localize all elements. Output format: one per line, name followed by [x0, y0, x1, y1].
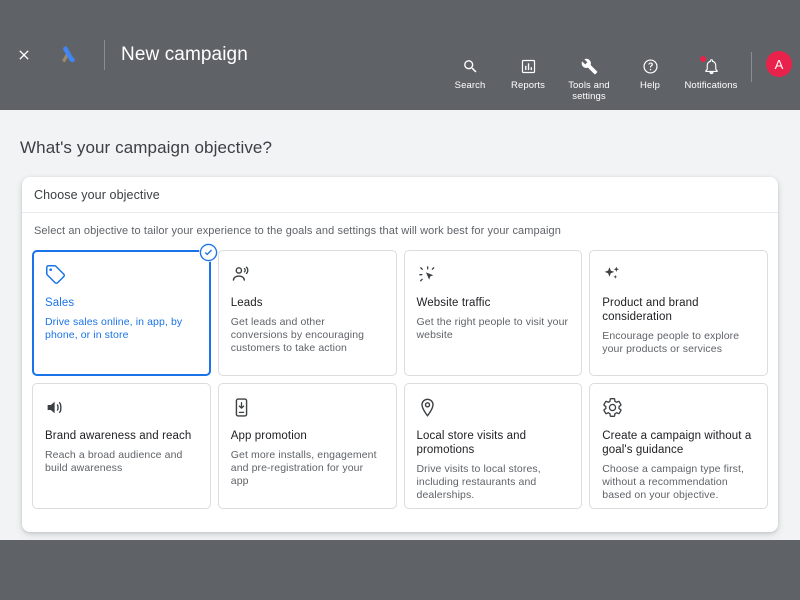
- avatar-divider: [751, 52, 752, 82]
- objective-card-no-goal-guidance[interactable]: Create a campaign without a goal's guida…: [589, 383, 768, 509]
- objective-description: Reach a broad audience and build awarene…: [45, 449, 183, 474]
- location-pin-icon: [417, 397, 570, 421]
- reports-label: Reports: [511, 80, 545, 91]
- panel-body: Select an objective to tailor your exper…: [22, 213, 778, 509]
- objective-title: Leads: [230, 297, 263, 309]
- cursor-click-icon: [417, 264, 570, 288]
- objective-card-local-store-visits-and-promotions[interactable]: Local store visits and promotions Drive …: [403, 383, 583, 509]
- app-bar: New campaign Search Reports Tools and se…: [0, 0, 800, 110]
- search-icon: [462, 55, 479, 77]
- panel-subtitle: Select an objective to tailor your exper…: [34, 225, 561, 237]
- page-content: What's your campaign objective? Choose y…: [0, 110, 800, 540]
- gear-settings-icon: [602, 397, 755, 421]
- app-bar-tools: Search Reports Tools and settings Help N…: [441, 0, 800, 110]
- bottom-bar: [0, 540, 800, 600]
- reports-bar-chart-icon: [520, 55, 537, 77]
- objective-description: Encourage people to explore your product…: [602, 330, 740, 355]
- page-title: What's your campaign objective?: [20, 138, 273, 157]
- leads-person-icon: [231, 264, 384, 288]
- wrench-tools-icon: [581, 55, 598, 77]
- objective-title: App promotion: [230, 430, 307, 442]
- objective-description: Get the right people to visit your websi…: [416, 316, 569, 341]
- check-circle-icon: [198, 243, 218, 262]
- tools-and-settings-button[interactable]: Tools and settings: [560, 55, 618, 102]
- objective-title: Website traffic: [416, 297, 491, 309]
- app-bar-left: New campaign: [0, 0, 248, 110]
- notifications-bell-icon: [699, 55, 720, 77]
- panel-header: Choose your objective: [22, 177, 778, 213]
- objective-description: Get leads and other conversions by encou…: [230, 316, 365, 354]
- objective-description: Drive sales online, in app, by phone, or…: [45, 316, 183, 341]
- google-ads-logo-icon[interactable]: [50, 35, 90, 75]
- objective-title: Product and brand consideration: [602, 297, 699, 323]
- objective-card-app-promotion[interactable]: App promotion Get more installs, engagem…: [217, 383, 397, 509]
- notification-badge-dot: [699, 56, 706, 62]
- speaker-volume-icon: [45, 397, 198, 421]
- help-button[interactable]: Help: [624, 55, 676, 91]
- objective-description: Get more installs, engagement and pre-re…: [230, 449, 377, 487]
- choose-objective-panel: Choose your objective Select an objectiv…: [22, 177, 778, 532]
- notifications-label: Notifications: [684, 80, 738, 91]
- objective-grid: Sales Drive sales online, in app, by pho…: [32, 243, 768, 509]
- objective-card-brand-awareness-and-reach[interactable]: Brand awareness and reach Reach a broad …: [32, 383, 211, 509]
- search-label: Search: [454, 80, 486, 91]
- objective-card-website-traffic[interactable]: Website traffic Get the right people to …: [403, 250, 583, 376]
- objective-card-leads[interactable]: Leads Get leads and other conversions by…: [217, 250, 397, 376]
- objective-title: Sales: [45, 297, 75, 309]
- app-bar-divider: [104, 40, 105, 70]
- objective-title: Local store visits and promotions: [416, 430, 527, 456]
- search-button[interactable]: Search: [444, 55, 496, 91]
- tag-icon: [45, 264, 198, 288]
- objective-card-product-and-brand-consideration[interactable]: Product and brand consideration Encourag…: [589, 250, 768, 376]
- app-bar-title: New campaign: [121, 44, 248, 65]
- objective-title: Create a campaign without a goal's guida…: [602, 430, 752, 456]
- avatar[interactable]: A: [766, 51, 792, 77]
- help-question-icon: [642, 55, 659, 77]
- tools-and-settings-label: Tools and settings: [568, 80, 610, 102]
- objective-description: Drive visits to local stores, including …: [416, 463, 541, 501]
- reports-button[interactable]: Reports: [502, 55, 554, 91]
- sparkles-icon: [602, 264, 755, 288]
- panel-header-title: Choose your objective: [34, 187, 160, 202]
- objective-title: Brand awareness and reach: [45, 430, 192, 442]
- account-area: A: [751, 51, 792, 82]
- objective-description: Choose a campaign type first, without a …: [602, 463, 745, 501]
- objective-card-sales[interactable]: Sales Drive sales online, in app, by pho…: [32, 243, 218, 376]
- notifications-button[interactable]: Notifications: [682, 55, 740, 91]
- close-icon[interactable]: [4, 35, 44, 75]
- phone-download-icon: [231, 397, 384, 421]
- help-label: Help: [640, 80, 660, 91]
